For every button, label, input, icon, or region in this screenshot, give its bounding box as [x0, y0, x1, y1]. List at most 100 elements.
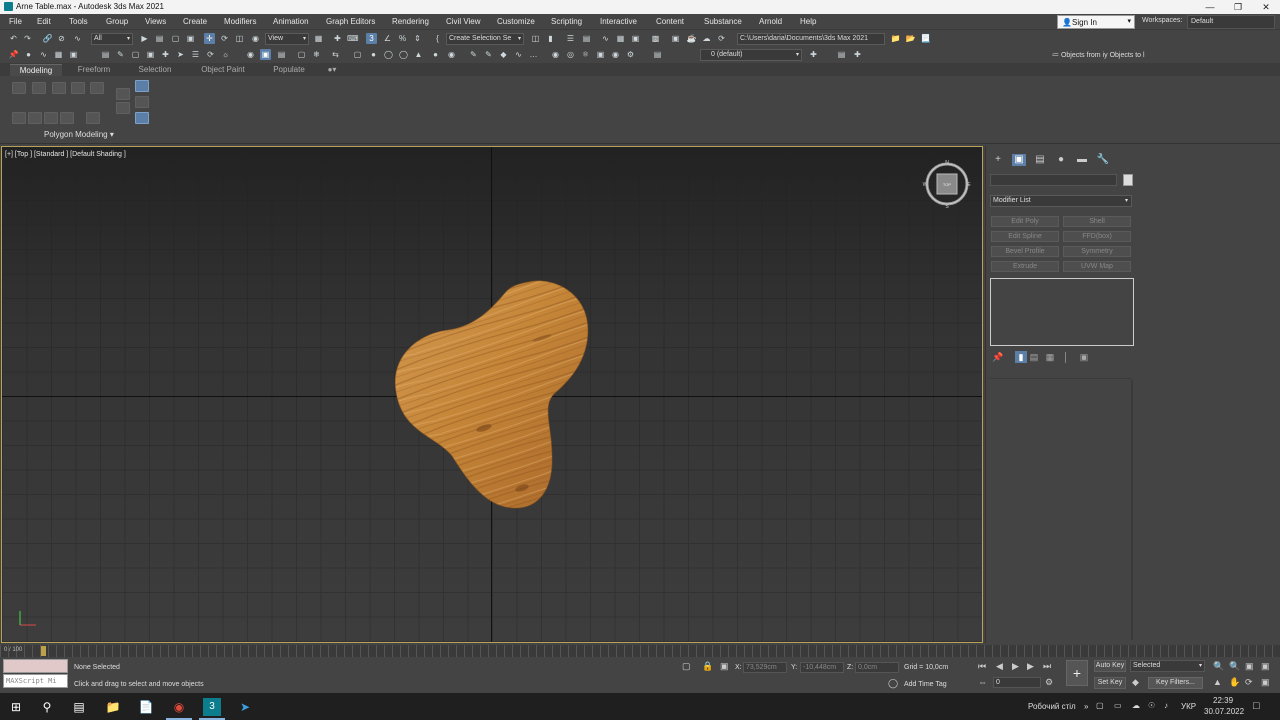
brain-icon[interactable]: ◉	[610, 49, 621, 60]
edit-named-sel-icon[interactable]: {	[432, 33, 443, 44]
path-icon[interactable]: ∿	[38, 49, 49, 60]
select-by-name-icon[interactable]: ▤	[154, 33, 165, 44]
absolute-mode-icon[interactable]: ▣	[720, 661, 729, 672]
mirror-icon[interactable]: ◫	[530, 33, 541, 44]
time-tag-icon[interactable]: ◯	[888, 678, 898, 689]
gear-icon[interactable]: ⚙	[625, 49, 636, 60]
menu-views[interactable]: Views	[145, 17, 166, 26]
refresh-icon[interactable]: ⟳	[205, 49, 216, 60]
hierarchy-tab-icon[interactable]: ▤	[1033, 154, 1047, 166]
make-unique-icon[interactable]: ▤	[1028, 351, 1040, 363]
freeze-icon[interactable]: ❄	[311, 49, 322, 60]
ribbon-tool-11[interactable]	[116, 88, 130, 100]
layers-icon[interactable]: ☰	[190, 49, 201, 60]
show-end-result-icon[interactable]: ▮	[1015, 351, 1027, 363]
set-project-icon[interactable]: 📂	[905, 33, 916, 44]
display-icon[interactable]: ▣	[260, 49, 271, 60]
camera-icon[interactable]: ▢	[352, 49, 363, 60]
project-path-dropdown[interactable]: C:\Users\daria\Documents\3ds Max 2021	[737, 33, 885, 45]
target-icon[interactable]: ◎	[565, 49, 576, 60]
unlink-icon[interactable]: ⊘	[56, 33, 67, 44]
object-name-field[interactable]	[990, 174, 1117, 186]
display-tab-icon[interactable]: ▬	[1075, 154, 1089, 166]
pivot-center-icon[interactable]: ▦	[313, 33, 324, 44]
menu-modifiers[interactable]: Modifiers	[224, 17, 256, 26]
light-icon[interactable]: ●	[430, 49, 441, 60]
render-icon[interactable]: ▣	[595, 49, 606, 60]
select-place-icon[interactable]: ◉	[250, 33, 261, 44]
set-key-button[interactable]: Set Key	[1094, 677, 1126, 689]
menu-substance[interactable]: Substance	[704, 17, 742, 26]
z-coordinate-field[interactable]: 0,0cm	[855, 662, 899, 673]
pin-stack-icon[interactable]: 📌	[992, 351, 1004, 363]
current-frame-field[interactable]: 0	[993, 677, 1041, 688]
isolate-icon[interactable]: ▢	[682, 661, 691, 672]
polygon-modeling-panel-label[interactable]: Polygon Modeling ▾	[44, 130, 114, 139]
ribbon-tool-8[interactable]	[44, 112, 58, 124]
particles-icon[interactable]: …	[528, 49, 539, 60]
menu-group[interactable]: Group	[106, 17, 128, 26]
atom-icon[interactable]: ⚛	[580, 49, 591, 60]
ribbon-options-icon[interactable]: ●▾	[322, 64, 342, 76]
snapshot-icon[interactable]: ▤	[276, 49, 287, 60]
x-coordinate-field[interactable]: 73,529cm	[743, 662, 787, 673]
curve-editor-icon[interactable]: ∿	[600, 33, 611, 44]
tab-populate[interactable]: Populate	[262, 64, 316, 76]
ribbon-tool-14[interactable]	[135, 96, 149, 108]
ribbon-tool-9[interactable]	[60, 112, 74, 124]
select-manipulate-icon[interactable]: ✚	[332, 33, 343, 44]
ref-coord-dropdown[interactable]: View ▾	[265, 33, 309, 45]
ribbon-tool-7[interactable]	[28, 112, 42, 124]
grid-icon[interactable]: ▦	[53, 49, 64, 60]
close-button[interactable]: ✕	[1252, 0, 1280, 14]
named-selection-dropdown[interactable]: Create Selection Se ▾	[446, 33, 524, 45]
pin-icon[interactable]: 📌	[8, 49, 19, 60]
selection-filter-dropdown[interactable]: All ▾	[91, 33, 133, 45]
arrow-icon[interactable]: ➤	[175, 49, 186, 60]
sphere-icon[interactable]: ●	[23, 49, 34, 60]
bind-spacewarp-icon[interactable]: ∿	[72, 33, 83, 44]
menu-animation[interactable]: Animation	[273, 17, 309, 26]
task-view-icon[interactable]: ▤	[70, 698, 88, 716]
menu-graph-editors[interactable]: Graph Editors	[326, 17, 375, 26]
fov-icon[interactable]: ▲	[1213, 677, 1222, 687]
menu-interactive[interactable]: Interactive	[600, 17, 637, 26]
zoom-extents-icon[interactable]: ▣	[1245, 661, 1254, 672]
add-time-tag[interactable]: Add Time Tag	[904, 681, 947, 688]
mod-edit-spline-button[interactable]: Edit Spline	[991, 231, 1059, 242]
pan-icon[interactable]: ✋	[1229, 677, 1240, 688]
menu-arnold[interactable]: Arnold	[759, 17, 782, 26]
prev-frame-icon[interactable]: ◀	[996, 661, 1003, 672]
tab-selection[interactable]: Selection	[130, 64, 180, 76]
document-icon[interactable]: 📄	[137, 698, 155, 716]
schematic-view-icon[interactable]: ▦	[615, 33, 626, 44]
menu-customize[interactable]: Customize	[497, 17, 535, 26]
mod-bevel-profile-button[interactable]: Bevel Profile	[991, 246, 1059, 257]
ribbon-tool-6[interactable]	[12, 112, 26, 124]
render-setup-icon[interactable]: ▩	[650, 33, 661, 44]
utilities-tab-icon[interactable]: 🔧	[1096, 154, 1110, 166]
menu-civil-view[interactable]: Civil View	[446, 17, 481, 26]
toggle-ribbon-icon[interactable]: ▤	[581, 33, 592, 44]
frame-icon[interactable]: ▣	[145, 49, 156, 60]
render-online-icon[interactable]: ☁	[701, 33, 712, 44]
geosphere-icon[interactable]: ◉	[446, 49, 457, 60]
tab-modeling[interactable]: Modeling	[10, 64, 62, 76]
hide-icon[interactable]: ▢	[296, 49, 307, 60]
undo-icon[interactable]: ↶	[8, 33, 19, 44]
menu-create[interactable]: Create	[183, 17, 207, 26]
file-explorer-icon[interactable]: 📁	[104, 698, 122, 716]
modify-tab-icon[interactable]: ▣	[1012, 154, 1026, 166]
command-panel-scrollbar[interactable]	[1131, 380, 1133, 640]
menu-help[interactable]: Help	[800, 17, 816, 26]
key-icon[interactable]: ◆	[1132, 677, 1139, 688]
maximize-viewport-icon[interactable]: ▣	[1261, 677, 1270, 688]
configure-sets-icon[interactable]: ▣	[1078, 351, 1090, 363]
eye-icon[interactable]: ◉	[245, 49, 256, 60]
percent-snap-icon[interactable]: %	[397, 33, 408, 44]
zoom-icon[interactable]: 🔍	[1213, 661, 1224, 672]
goto-end-icon[interactable]: ⏭	[1043, 661, 1051, 672]
project-folder-icon[interactable]: 📁	[890, 33, 901, 44]
layer-icon[interactable]: ▤	[652, 49, 663, 60]
square-icon[interactable]: ▢	[130, 49, 141, 60]
